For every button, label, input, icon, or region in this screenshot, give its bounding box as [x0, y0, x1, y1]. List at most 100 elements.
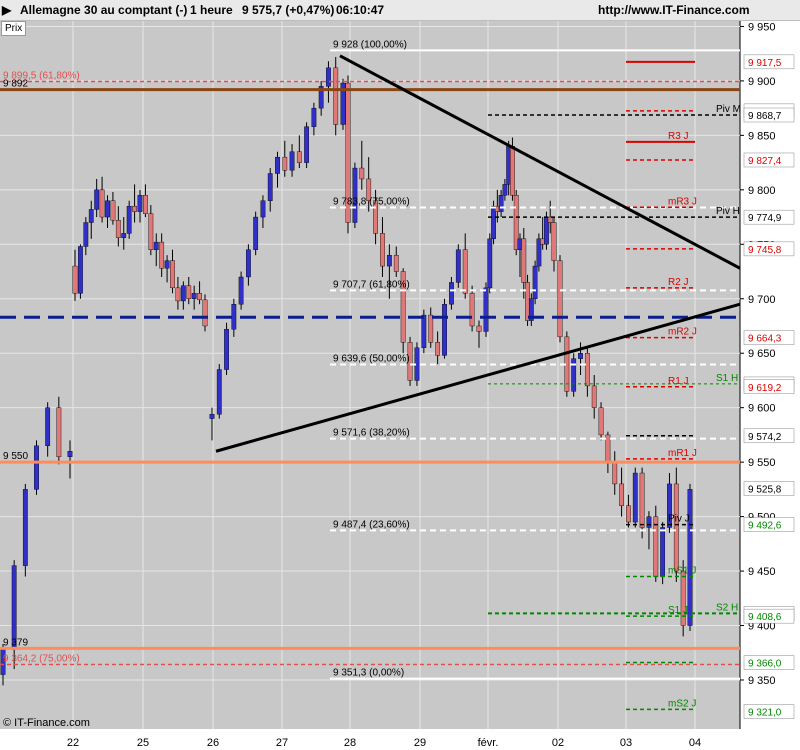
candle-up: [224, 329, 229, 370]
level-label: R3 J: [668, 131, 689, 142]
y-tick-label: 9 800: [748, 185, 776, 197]
candle-up: [231, 304, 237, 330]
candle-up: [253, 216, 259, 250]
candle-down: [584, 353, 590, 387]
candle-down: [56, 407, 62, 457]
candle-up: [687, 489, 693, 626]
price-label: 9 774,9: [748, 213, 782, 224]
candle-up: [121, 233, 127, 238]
candle-down: [159, 241, 165, 269]
x-tick-label: 02: [552, 737, 564, 749]
candle-down: [99, 189, 105, 218]
candle-up: [22, 489, 28, 566]
level-label: 9 379: [3, 637, 28, 648]
price-label: 9 664,3: [748, 334, 782, 345]
candle-up: [421, 314, 427, 348]
candle-down: [469, 293, 475, 327]
level-label: 9 783,8 (75,00%): [333, 196, 410, 207]
candle-down: [132, 205, 137, 212]
level-label: 9 487,4 (23,60%): [333, 519, 410, 530]
level-label: 9 892: [3, 79, 28, 90]
candle-up: [660, 527, 666, 577]
price-label: 9 408,6: [748, 612, 782, 623]
candle-down: [521, 238, 527, 283]
y-tick-label: 9 650: [748, 348, 776, 360]
candle-down: [186, 285, 192, 299]
level-label: S2 H: [716, 602, 738, 613]
candle-up: [45, 407, 51, 446]
y-tick-label: 9 550: [748, 457, 776, 469]
candle-down: [72, 265, 78, 294]
candle-down: [626, 505, 631, 523]
candle-down: [333, 67, 339, 125]
candle-down: [282, 156, 288, 171]
candle-up: [216, 369, 222, 415]
candle-up: [67, 451, 73, 457]
candle-up: [164, 260, 170, 269]
level-label: mR3 J: [668, 196, 697, 207]
level-label: S1 J: [668, 605, 688, 616]
candle-down: [202, 299, 208, 327]
candle-up: [502, 184, 508, 196]
x-tick-label: 25: [137, 737, 149, 749]
price-label: 9 917,5: [748, 58, 782, 69]
candle-up: [78, 246, 83, 294]
level-label: 9 571,6 (38,20%): [333, 428, 410, 439]
candle-up: [267, 173, 273, 201]
price-label: 9 619,2: [748, 383, 782, 394]
x-tick-label: 27: [276, 737, 288, 749]
level-label: R1 J: [668, 376, 689, 387]
price-label: 9 492,6: [748, 521, 782, 532]
candlestick-chart: 22 25 26 27 28 29 févr. 02 03 049 3509 4009 4509 …: [0, 21, 800, 750]
level-label: 9 639,6 (50,00%): [333, 354, 410, 365]
candle-up: [487, 238, 493, 289]
candle-up: [94, 189, 100, 210]
candle-up: [153, 241, 159, 250]
plot-area: [0, 21, 740, 729]
candle-up: [386, 254, 392, 267]
level-label: R2 J: [668, 277, 689, 288]
price-label: 9 745,8: [748, 245, 782, 256]
candle-down: [296, 151, 302, 163]
level-label: Piv H: [716, 206, 740, 217]
candle-down: [143, 195, 148, 214]
candle-up: [455, 249, 461, 283]
candle-up: [352, 167, 358, 223]
level-label: mR2 J: [668, 327, 697, 338]
candle-up: [311, 107, 317, 127]
candle-up: [209, 414, 215, 419]
candle-up: [449, 282, 454, 305]
x-tick-label: 03: [620, 737, 632, 749]
price-label: 9 574,2: [748, 432, 782, 443]
y-tick-label: 9 450: [748, 566, 776, 578]
level-label: mS1 J: [668, 566, 696, 577]
candle-down: [359, 167, 365, 180]
x-tick-label: 29: [414, 737, 426, 749]
candle-up: [304, 126, 310, 163]
x-axis-panel: [0, 729, 800, 750]
candle-down: [510, 146, 515, 196]
y-tick-label: 9 900: [748, 76, 776, 88]
level-label: 9 928 (100,00%): [333, 39, 407, 50]
candle-up: [88, 209, 94, 223]
x-tick-label: 04: [689, 737, 701, 749]
price-label: 9 321,0: [748, 708, 782, 719]
candle-up: [105, 200, 110, 218]
level-label: 9 351,3 (0,00%): [333, 668, 404, 679]
candle-down: [653, 516, 659, 577]
y-tick-label: 9 950: [748, 21, 776, 33]
copyright-credit: © IT-Finance.com: [3, 717, 90, 729]
level-label: Piv M: [716, 104, 741, 115]
price-tab[interactable]: Prix: [1, 21, 27, 36]
candle-up: [646, 516, 652, 528]
candle-up: [483, 287, 489, 332]
candle-down: [462, 249, 468, 294]
candle-down: [170, 260, 175, 289]
candle-down: [115, 220, 121, 238]
x-tick-label: févr.: [478, 737, 499, 749]
level-label: Piv J: [668, 514, 690, 525]
candle-up: [245, 249, 251, 278]
candle-down: [612, 461, 618, 485]
candle-down: [557, 260, 563, 338]
candle-down: [591, 385, 597, 408]
